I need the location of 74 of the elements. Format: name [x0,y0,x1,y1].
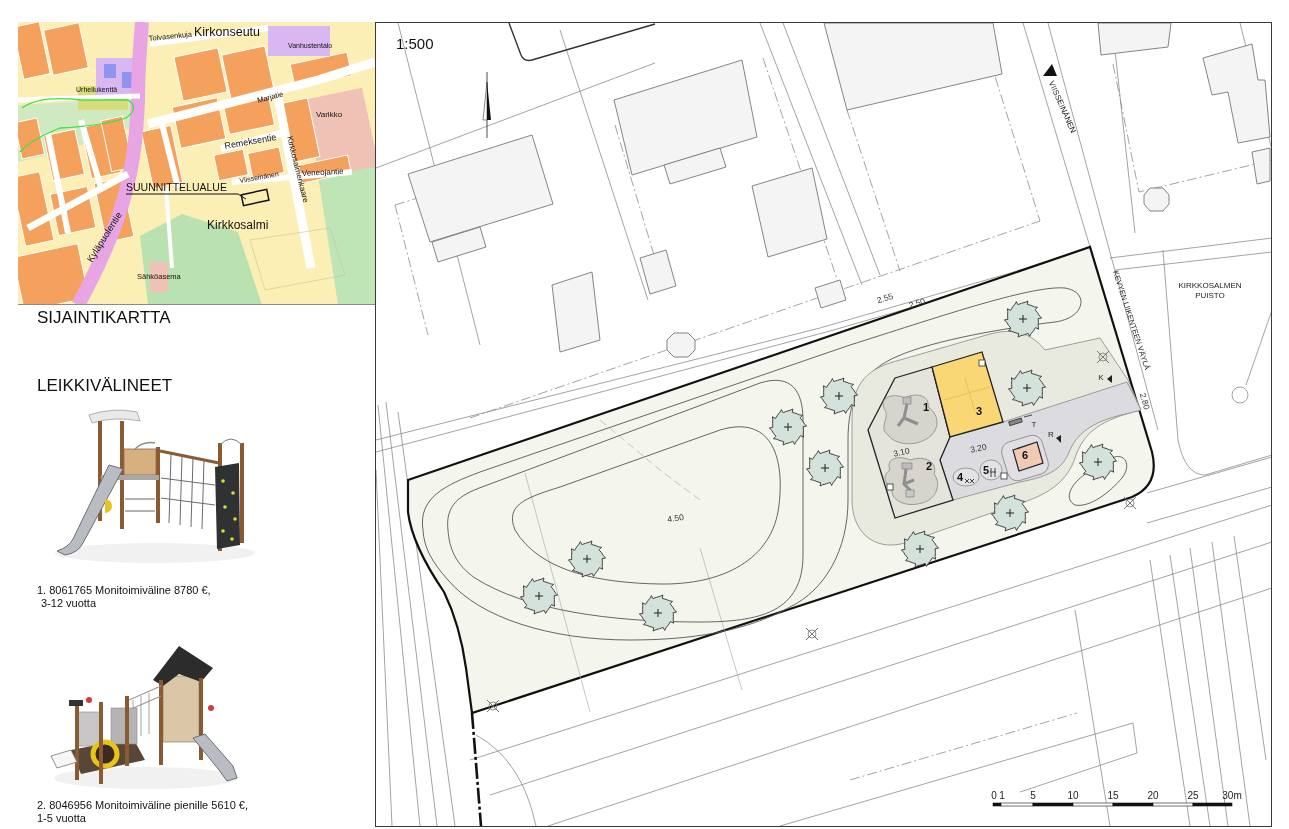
scale-label: 0 [991,790,997,801]
bin-icon [886,483,894,491]
symbol-letter: R [1048,430,1054,439]
octagon-structure [666,332,696,358]
scale-label: 30m [1222,790,1242,801]
elevation-label: 2.50 [907,295,927,311]
tree-icon [1003,300,1043,338]
equipment-footprint [1012,441,1044,472]
scale-label: 15 [1107,790,1119,801]
octagon-structure [1143,187,1170,212]
cross-marker-icon [486,699,500,713]
elevation-label: 3.20 [969,441,988,455]
scale-label: 1 [999,790,1005,801]
park-name: KIRKKOSALMEN PUISTO [1178,281,1242,300]
scale-label: 25 [1187,790,1199,801]
scale-label: 5 [1030,790,1036,801]
sand-area [882,394,938,445]
equipment-caption: 2. 8046956 Monitoimiväline pienille 5610 €, [37,799,249,812]
north-arrow-icon [482,71,491,139]
tree-icon [819,377,859,415]
map-label: Kirkkosalmi [207,218,269,232]
equipment-number: 3 [975,405,983,417]
sign-icon [1023,414,1033,418]
area-label: SUUNNITTELUALUE [126,181,227,193]
cross-marker-icon [1096,350,1110,364]
bin-icon [1000,472,1008,480]
symbol-letter: K [1098,373,1104,382]
marker-icon [1056,435,1061,443]
elevation-label: 2.55 [875,290,895,306]
elevation-label: 3.10 [892,445,911,459]
equipment-caption: 1. 8061765 Monitoimiväline 8780 €, [37,584,212,597]
equipment-number: 1 [922,401,930,413]
tree-icon [1078,443,1118,481]
section-title: LEIKKIVÄLINEET [37,376,174,396]
equipment-symbol-icon [964,478,975,484]
tree-icon [519,577,559,615]
building-outline [814,279,847,309]
equipment-number: 5 [982,464,990,476]
scale-label: 20 [1147,790,1159,801]
scale-ratio: 1:500 [396,35,434,52]
symbol-letter: T [1031,420,1037,429]
tree-icon [1007,369,1047,407]
elevation-label: 2.80 [1137,391,1152,411]
planning-area-outline [240,188,270,207]
equipment-footprint [952,467,980,487]
age-range: 1-5 vuotta [37,812,87,825]
equipment-footprint [979,459,1003,481]
tree-icon [805,449,845,487]
elevation-label: 4.50 [666,511,685,525]
cross-marker-icon [1123,496,1137,510]
tree-icon [638,594,678,632]
equipment-symbol-icon [989,467,997,478]
play-equipment-icon [896,396,920,428]
equipment-number: 6 [1021,449,1029,461]
tree-icon [900,530,940,568]
bin-icon [978,359,986,367]
map-label: Remeksentie [223,132,278,151]
circle-marker-icon [1231,386,1249,404]
map-label: Kirkonseutu [194,25,260,39]
map-label: Varikko [316,110,343,119]
equipment-number: 4 [956,471,964,483]
bench-icon [1008,417,1023,427]
cross-marker-icon [805,627,819,641]
building-outline [639,249,677,295]
marker-icon [1107,375,1112,383]
play-equipment-icon [901,462,916,498]
tree-icon [768,408,808,446]
tree-icon [567,540,607,578]
section-title: SIJAINTIKARTTA [37,308,172,328]
equipment-number: 2 [925,460,933,472]
age-range: 3-12 vuotta [40,597,98,610]
scale-label: 10 [1067,790,1079,801]
tree-icon [990,494,1030,532]
direction-arrow-icon [1043,64,1057,76]
